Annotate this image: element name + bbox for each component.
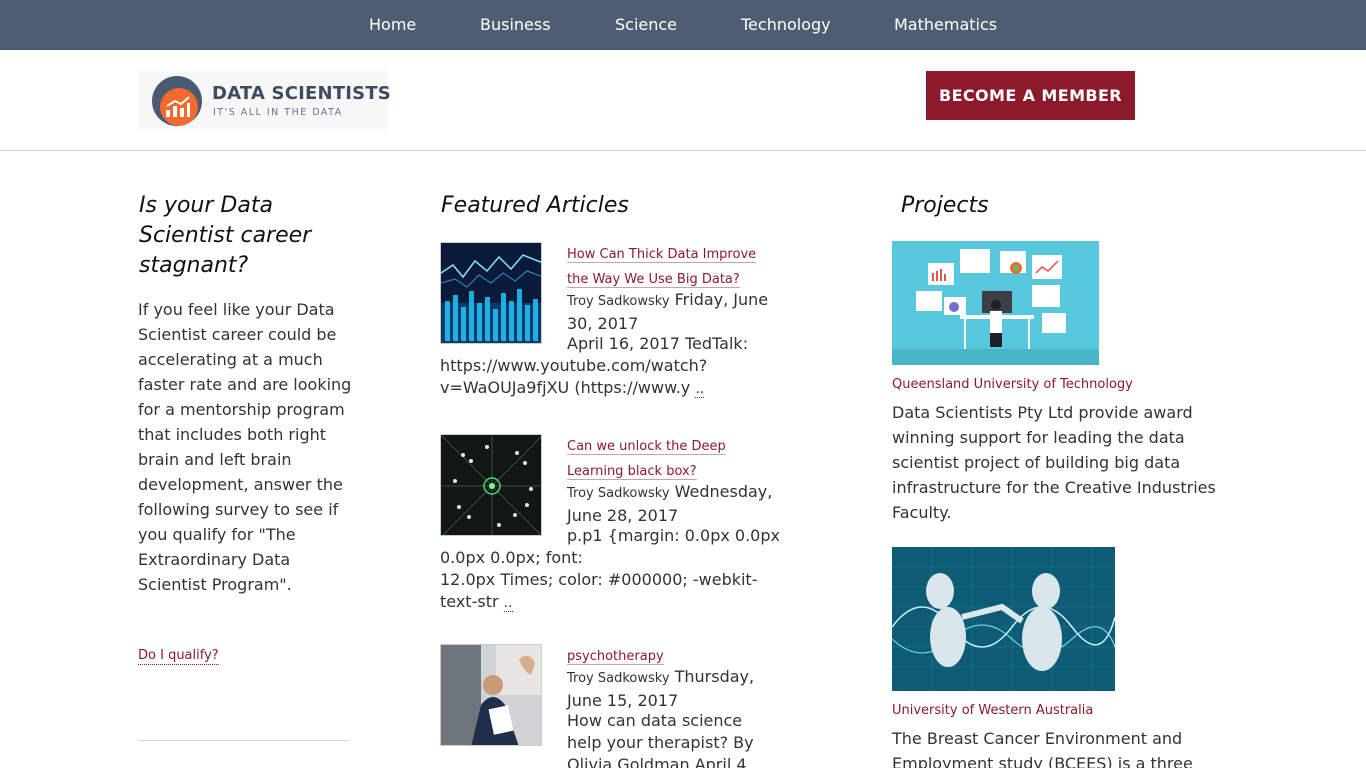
nav-item-science[interactable]: Science [615,15,677,34]
nav-item-technology[interactable]: Technology [741,15,831,34]
article-thumbnail[interactable] [440,242,542,344]
promo-heading: Is your Data Scientist career stagnant? [139,193,312,278]
article-excerpt: April 16, 2017 TedTalk: https://www.yout… [440,334,749,398]
project-link[interactable]: Queensland University of Technology [892,376,1133,393]
article-thumbnail[interactable] [440,644,542,746]
article-title-link[interactable]: How Can Thick Data Improve the Way We Us… [567,242,777,292]
article-meta: Troy Sadkowsky Wednesday, June 28, 2017 [567,481,782,527]
promo-body: If you feel like your Data Scientist car… [138,300,352,594]
article-excerpt: p.p1 {margin: 0.0px 0.0px 0.0px 0.0px; f… [440,526,780,612]
site-header: DATA SCIENTISTS IT'S ALL IN THE DATA BEC… [0,50,1366,151]
read-more-link[interactable]: .. [695,381,705,398]
logo-tagline: IT'S ALL IN THE DATA [213,107,343,118]
article-thumbnail[interactable] [440,434,542,536]
article-excerpt: How can data science help your therapist… [567,711,754,768]
article-author: Troy Sadkowsky [567,671,670,686]
qualify-link[interactable]: Do I qualify? [138,647,219,665]
logo-title: DATA SCIENTISTS [212,83,391,104]
nav-item-home[interactable]: Home [369,15,416,34]
project-image[interactable] [892,241,1099,365]
project-link[interactable]: University of Western Australia [892,702,1093,719]
chart-logo-icon [152,76,202,126]
divider [138,740,349,741]
featured-articles-heading: Featured Articles [441,193,629,218]
nav-item-mathematics[interactable]: Mathematics [894,15,997,34]
nav-item-business[interactable]: Business [480,15,551,34]
top-navigation: Home Business Science Technology Mathema… [0,0,1366,50]
read-more-link[interactable]: .. [503,595,513,612]
article-author: Troy Sadkowsky [567,294,670,309]
become-member-button[interactable]: BECOME A MEMBER [926,71,1135,120]
projects-heading: Projects [901,193,989,218]
article-author: Troy Sadkowsky [567,486,670,501]
article-meta: Troy Sadkowsky Thursday, June 15, 2017 [567,666,782,712]
article-meta: Troy Sadkowsky Friday, June 30, 2017 [567,289,782,335]
project-image[interactable] [892,547,1115,691]
project-description: Data Scientists Pty Ltd provide award wi… [892,403,1216,522]
project-description: The Breast Cancer Environment and Employ… [892,729,1193,768]
site-logo[interactable]: DATA SCIENTISTS IT'S ALL IN THE DATA [138,71,391,129]
article-title-link[interactable]: Can we unlock the Deep Learning black bo… [567,434,777,484]
